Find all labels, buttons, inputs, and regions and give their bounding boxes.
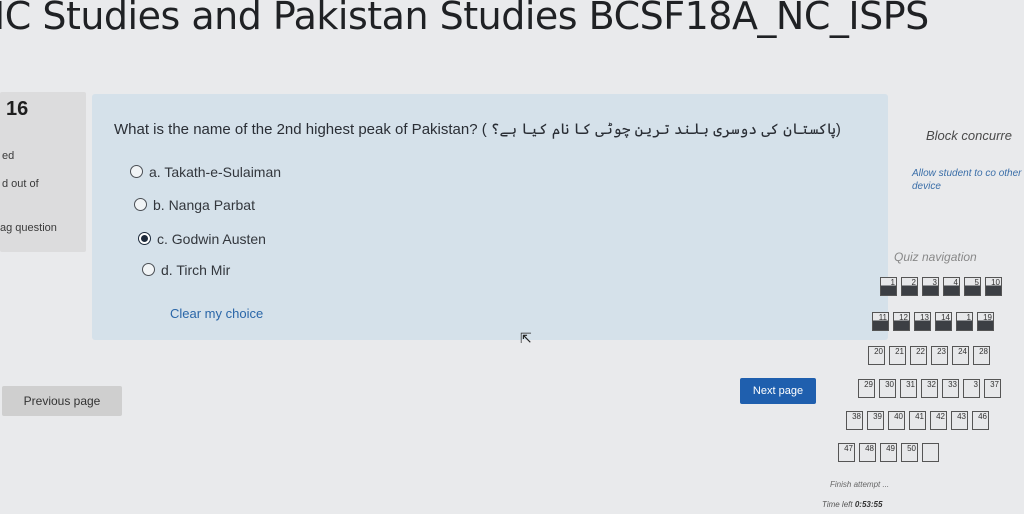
time-left-value: 0:53:55 (854, 500, 883, 509)
quiz-nav-button[interactable]: 41 (909, 411, 926, 430)
quiz-nav-button[interactable]: 1 (956, 312, 973, 331)
quiz-nav-button[interactable]: 28 (973, 346, 990, 365)
quiz-nav-button[interactable]: 43 (951, 411, 968, 430)
flag-question-link[interactable]: ag question (0, 222, 57, 234)
question-status: ed (2, 150, 15, 162)
option-d-label: d. Tirch Mir (161, 262, 231, 278)
quiz-nav-button[interactable]: 13 (914, 312, 931, 331)
question-info-panel: 16 ed d out of ag question (0, 92, 86, 252)
question-card: What is the name of the 2nd highest peak… (92, 94, 888, 340)
radio-c[interactable] (138, 232, 151, 245)
quiz-nav-button[interactable]: 38 (846, 411, 863, 430)
quiz-nav-button[interactable]: 31 (900, 379, 917, 398)
quiz-nav-button[interactable]: 46 (972, 411, 989, 430)
radio-a[interactable] (130, 165, 143, 178)
quiz-nav-button[interactable]: 21 (889, 346, 906, 365)
quiz-nav-button[interactable]: 33 (942, 379, 959, 398)
question-text-close: ) (835, 121, 841, 138)
option-b-label: b. Nanga Parbat (153, 197, 255, 213)
radio-b[interactable] (134, 198, 147, 211)
quiz-nav-button[interactable] (922, 443, 939, 462)
quiz-nav-button[interactable]: 39 (867, 411, 884, 430)
quiz-nav-button[interactable]: 29 (858, 379, 875, 398)
question-marks: d out of (2, 178, 39, 190)
previous-page-button[interactable]: Previous page (2, 386, 122, 416)
question-text-english: What is the name of the 2nd highest peak… (114, 121, 487, 138)
answer-option-a[interactable]: a. Takath-e-Sulaiman (130, 164, 281, 180)
quiz-nav-button[interactable]: 42 (930, 411, 947, 430)
quiz-nav-button[interactable]: 20 (868, 346, 885, 365)
clear-choice-link[interactable]: Clear my choice (170, 306, 263, 321)
quiz-nav-button[interactable]: 40 (888, 411, 905, 430)
block-concurrent-title: Block concurre (926, 128, 1012, 143)
radio-d[interactable] (142, 263, 155, 276)
quiz-nav-button[interactable]: 3 (963, 379, 980, 398)
quiz-nav-button[interactable]: 12 (893, 312, 910, 331)
question-text: What is the name of the 2nd highest peak… (114, 120, 841, 138)
quiz-nav-button[interactable]: 22 (910, 346, 927, 365)
question-number: 16 (6, 98, 29, 120)
answer-option-b[interactable]: b. Nanga Parbat (134, 197, 255, 213)
finish-attempt-link[interactable]: Finish attempt ... (830, 480, 889, 489)
quiz-nav-button[interactable]: 32 (921, 379, 938, 398)
quiz-nav-button[interactable]: 30 (879, 379, 896, 398)
time-left: Time left 0:53:55 (822, 500, 882, 509)
option-c-label: c. Godwin Austen (157, 231, 266, 247)
quiz-nav-button[interactable]: 48 (859, 443, 876, 462)
page-title: IC Studies and Pakistan Studies BCSF18A_… (0, 0, 929, 38)
quiz-nav-button[interactable]: 23 (931, 346, 948, 365)
quiz-nav-button[interactable]: 1 (880, 277, 897, 296)
quiz-nav-button[interactable]: 49 (880, 443, 897, 462)
quiz-nav-button[interactable]: 10 (985, 277, 1002, 296)
quiz-nav-button[interactable]: 50 (901, 443, 918, 462)
quiz-nav-button[interactable]: 5 (964, 277, 981, 296)
quiz-nav-button[interactable]: 24 (952, 346, 969, 365)
quiz-nav-button[interactable]: 47 (838, 443, 855, 462)
quiz-nav-button[interactable]: 4 (943, 277, 960, 296)
answer-option-d[interactable]: d. Tirch Mir (142, 262, 230, 278)
next-page-button[interactable]: Next page (740, 378, 816, 404)
quiz-nav-button[interactable]: 37 (984, 379, 1001, 398)
quiz-nav-button[interactable]: 2 (901, 277, 918, 296)
quiz-nav-button[interactable]: 11 (872, 312, 889, 331)
answer-option-c[interactable]: c. Godwin Austen (138, 231, 266, 247)
quiz-nav-button[interactable]: 19 (977, 312, 994, 331)
time-left-label: Time left (822, 500, 853, 509)
option-a-label: a. Takath-e-Sulaiman (149, 164, 282, 180)
quiz-nav-button[interactable]: 3 (922, 277, 939, 296)
question-text-urdu: پاکستان کی دوسری بلند ترین چوٹی کا نام ک… (490, 121, 836, 138)
quiz-navigation-title: Quiz navigation (894, 250, 977, 264)
allow-other-device-link[interactable]: Allow student to co other device (912, 167, 1024, 193)
quiz-nav-button[interactable]: 14 (935, 312, 952, 331)
mouse-pointer-icon: ⇱ (520, 330, 532, 346)
